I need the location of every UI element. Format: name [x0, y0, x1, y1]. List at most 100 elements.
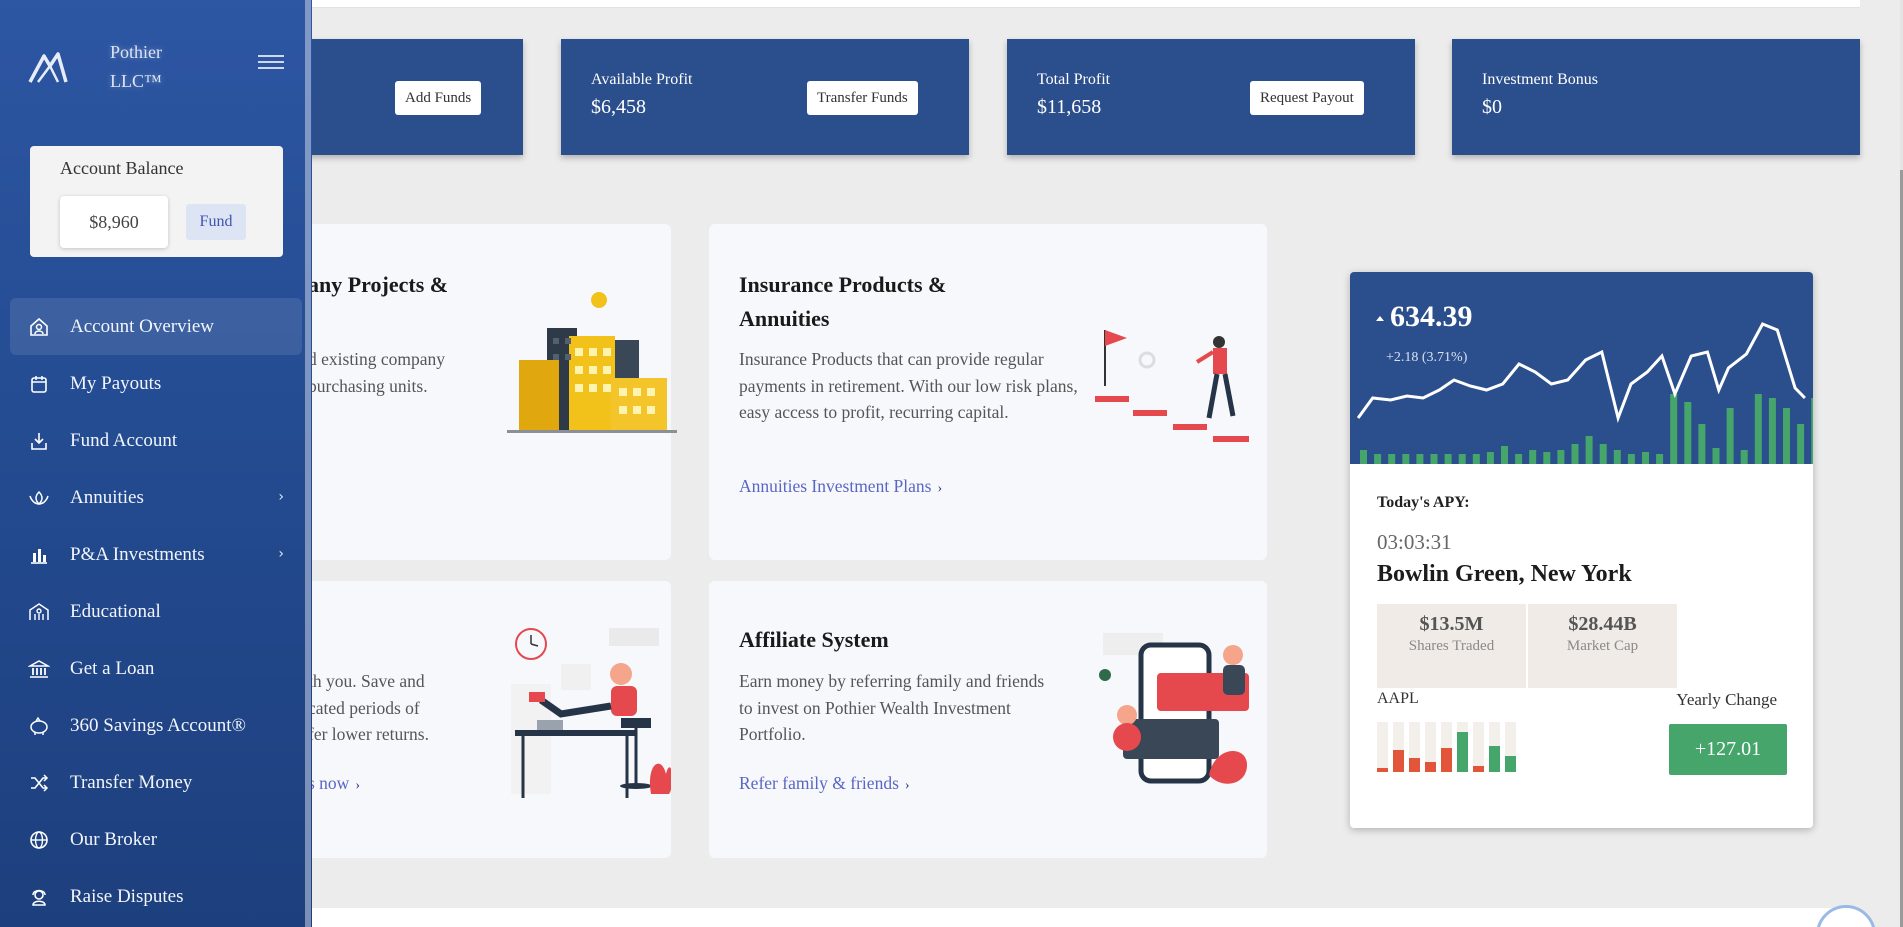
sidebar-item-pa-investments[interactable]: P&A Investments ›: [10, 526, 302, 583]
stat-value: $0: [1482, 96, 1502, 118]
volume-bar: [1402, 454, 1410, 464]
chevron-right-icon: ›: [355, 778, 360, 793]
volume-bar: [1811, 398, 1813, 464]
volume-bar: [1543, 452, 1551, 464]
balance-title: Account Balance: [60, 158, 184, 178]
volume-bar: [1388, 454, 1396, 464]
stat-label: Investment Bonus: [1482, 71, 1598, 88]
sidebar-nav: Account Overview My Payouts Fund Account…: [10, 298, 302, 925]
stat-label: Total Profit: [1037, 71, 1111, 88]
sidebar-item-label: Annuities: [70, 486, 144, 508]
apy-location: Bowlin Green, New York: [1377, 561, 1632, 587]
price-line: [1356, 322, 1806, 424]
hamburger-menu-icon[interactable]: [258, 55, 284, 75]
stat-card-investment-bonus: Investment Bonus $0: [1452, 39, 1860, 155]
sidebar-item-my-payouts[interactable]: My Payouts: [10, 355, 302, 412]
chevron-right-icon: ›: [904, 778, 910, 793]
sidebar-item-label: Fund Account: [70, 429, 178, 451]
stat-value: $6,458: [591, 96, 646, 118]
mini-bar: [1457, 732, 1468, 772]
feature-card-affiliate: Affiliate System Earn money by referring…: [709, 581, 1267, 858]
deposit-icon: [28, 430, 50, 452]
yearly-change-button[interactable]: +127.01: [1669, 724, 1787, 775]
feature-text: Insurance Products that can provide regu…: [739, 349, 1078, 422]
sidebar-item-raise-disputes[interactable]: Raise Disputes: [10, 868, 302, 925]
mini-bar-track: [1473, 722, 1484, 772]
volume-bar: [1374, 454, 1382, 464]
transfer-funds-button[interactable]: Transfer Funds: [807, 81, 918, 115]
sidebar-item-our-broker[interactable]: Our Broker: [10, 811, 302, 868]
city-buildings-illustration: [507, 292, 677, 433]
volume-bar: [1585, 436, 1593, 464]
shuffle-icon: [28, 772, 50, 794]
sidebar-item-360-savings[interactable]: 360 Savings Account®: [10, 697, 302, 754]
stat-label: Available Profit: [591, 71, 693, 88]
fund-button[interactable]: Fund: [186, 204, 246, 240]
mini-bar-track: [1377, 722, 1388, 772]
feature-title: any Projects &: [308, 272, 449, 297]
lotus-icon: [28, 487, 50, 509]
chevron-right-icon: ›: [278, 489, 284, 505]
mini-bar: [1473, 766, 1484, 772]
feature-title: Insurance Products & Annuities: [739, 272, 947, 331]
request-payout-button[interactable]: Request Payout: [1250, 81, 1364, 115]
sidebar-item-annuities[interactable]: Annuities ›: [10, 469, 302, 526]
apy-time: 03:03:31: [1377, 530, 1452, 554]
sidebar-item-account-overview[interactable]: Account Overview: [10, 298, 302, 355]
volume-bar: [1529, 450, 1537, 464]
brand-name: Pothier LLC™: [110, 42, 162, 91]
volume-bar: [1754, 394, 1762, 464]
sidebar-item-label: Our Broker: [70, 828, 158, 850]
feature-card-savings: th you. Save and cated periods of fer lo…: [270, 581, 671, 858]
balance-value: $8,960: [60, 196, 168, 248]
volume-bar: [1430, 454, 1438, 464]
add-funds-button[interactable]: Add Funds: [395, 81, 482, 115]
bar-chart-icon: [28, 544, 50, 566]
sidebar-item-get-a-loan[interactable]: Get a Loan: [10, 640, 302, 697]
volume-bar: [1416, 454, 1424, 464]
sidebar-item-label: Transfer Money: [70, 771, 193, 793]
volume-bar: [1712, 448, 1720, 464]
sidebar-item-label: 360 Savings Account®: [70, 714, 246, 736]
volume-bar: [1472, 454, 1480, 464]
volume-bar: [1656, 454, 1664, 464]
mini-volume-chart: [1377, 722, 1516, 772]
volume-bar: [1360, 450, 1367, 464]
volume-bar: [1501, 446, 1508, 464]
globe-icon: [28, 829, 50, 851]
sidebar-item-label: Educational: [70, 600, 161, 622]
sidebar: Pothier LLC™ Account Balance $8,960 Fund…: [0, 0, 312, 927]
refer-family-link[interactable]: Refer family & friends ›: [739, 773, 910, 794]
savings-link[interactable]: s now ›: [308, 773, 360, 794]
home-user-icon: [28, 316, 50, 338]
people-icon: [28, 601, 50, 623]
volume-bar: [1797, 424, 1805, 464]
market-cap-box: $28.44B Market Cap: [1528, 604, 1677, 688]
annuities-plans-link[interactable]: Annuities Investment Plans ›: [739, 476, 942, 497]
volume-bar: [1698, 424, 1706, 464]
mini-bar: [1425, 762, 1436, 772]
sidebar-item-educational[interactable]: Educational: [10, 583, 302, 640]
mini-bar: [1377, 768, 1388, 772]
volume-bar: [1684, 402, 1692, 464]
mini-bar: [1505, 756, 1516, 772]
shares-traded-label: Shares Traded: [1408, 638, 1495, 654]
feature-card-insurance: Insurance Products & Annuities Insurance…: [709, 224, 1267, 560]
stat-card-available-profit: Available Profit $6,458 Transfer Funds: [561, 39, 969, 155]
sidebar-item-fund-account[interactable]: Fund Account: [10, 412, 302, 469]
chevron-right-icon: ›: [937, 481, 943, 496]
sidebar-item-label: P&A Investments: [70, 543, 205, 565]
mobile-chat-illustration: [1099, 633, 1249, 784]
volume-bar: [1613, 450, 1621, 464]
link-label: Annuities Investment Plans: [739, 476, 932, 496]
link-label: s now: [308, 773, 350, 793]
sidebar-item-label: Account Overview: [70, 315, 215, 337]
stairs-climb-illustration: [1095, 330, 1249, 442]
mini-bar: [1393, 750, 1404, 772]
sidebar-scrollbar[interactable]: [305, 0, 311, 927]
calendar-icon: [28, 373, 50, 395]
sidebar-item-transfer-money[interactable]: Transfer Money: [10, 754, 302, 811]
volume-bar: [1599, 444, 1607, 464]
volume-bar: [1458, 454, 1466, 464]
feature-text: th you. Save and cated periods of fer lo…: [308, 671, 429, 744]
